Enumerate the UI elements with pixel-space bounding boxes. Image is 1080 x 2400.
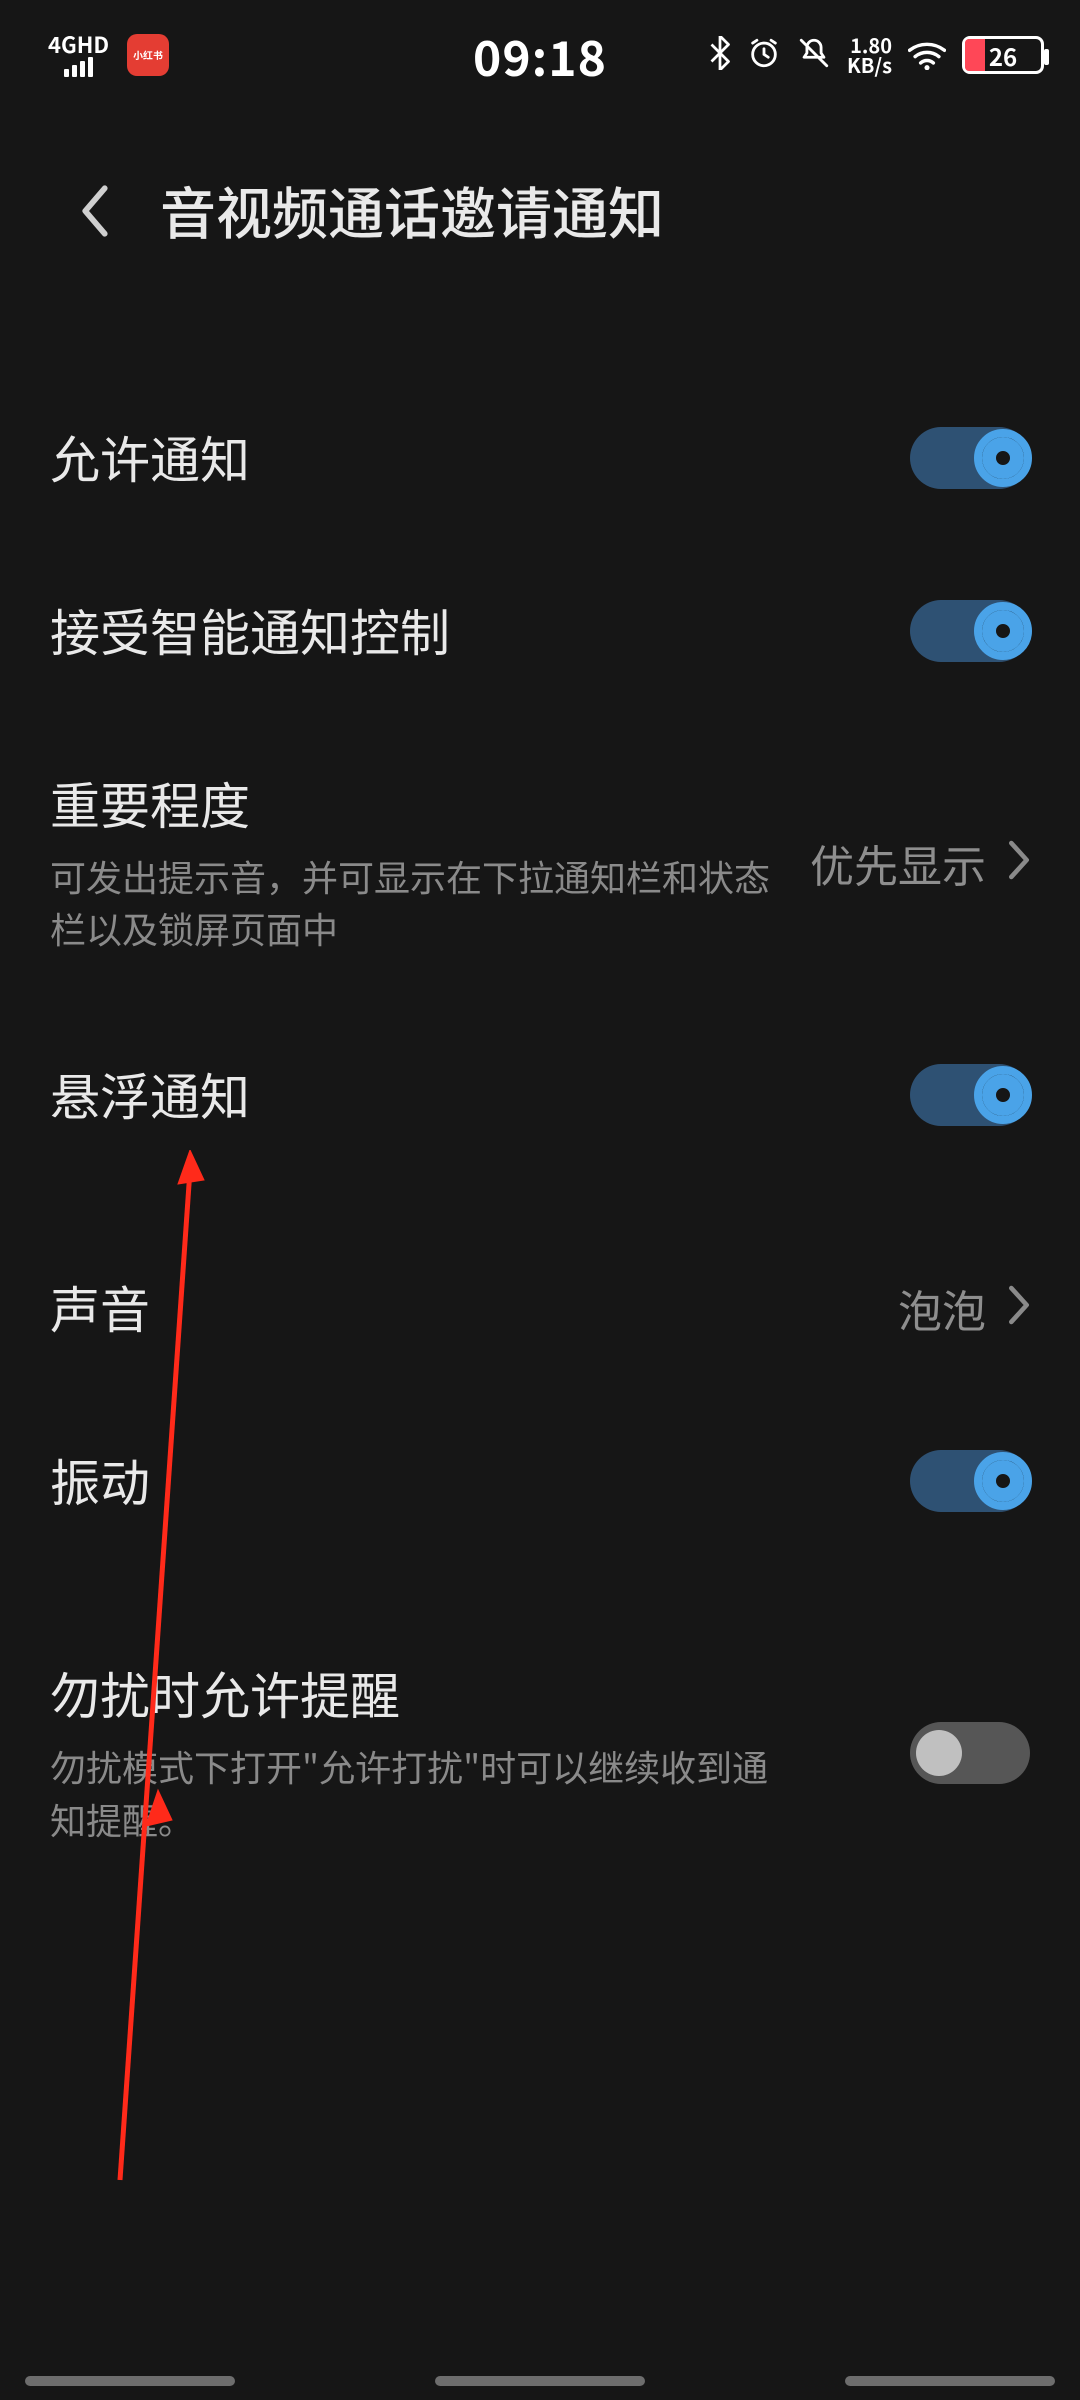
system-nav-bar xyxy=(0,2376,1080,2386)
bluetooth-icon xyxy=(709,31,731,80)
alarm-icon xyxy=(747,31,781,80)
row-title: 重要程度 xyxy=(50,771,780,836)
chevron-right-icon xyxy=(1008,1285,1030,1330)
row-title: 振动 xyxy=(50,1448,880,1513)
mute-icon xyxy=(797,31,831,80)
row-value: 泡泡 xyxy=(898,1276,986,1340)
status-bar-right: 1.80 KB/s 26 xyxy=(709,31,1044,80)
chevron-right-icon xyxy=(1008,840,1030,885)
status-bar: 4GHD 小红书 09:18 1.80 KB/s 26 xyxy=(0,0,1080,110)
toggle-smart-control[interactable] xyxy=(910,600,1030,662)
nav-recent[interactable] xyxy=(25,2376,235,2386)
nav-home[interactable] xyxy=(435,2376,645,2386)
wifi-icon xyxy=(908,31,946,80)
toggle-dnd-allow[interactable] xyxy=(910,1722,1030,1784)
row-importance[interactable]: 重要程度 可发出提示音，并可显示在下拉通知栏和状态栏以及锁屏页面中 优先显示 xyxy=(50,727,1030,998)
network-label: 4GHD xyxy=(48,33,109,55)
nav-back[interactable] xyxy=(845,2376,1055,2386)
row-smart-control[interactable]: 接受智能通知控制 xyxy=(50,554,1030,707)
data-rate: 1.80 KB/s xyxy=(847,35,892,75)
row-sound[interactable]: 声音 泡泡 xyxy=(50,1231,1030,1384)
signal-bars-icon xyxy=(64,57,93,77)
page-title: 音视频通话邀请通知 xyxy=(160,170,664,251)
toggle-allow-notifications[interactable] xyxy=(910,427,1030,489)
back-button[interactable] xyxy=(60,176,130,246)
network-indicator: 4GHD xyxy=(48,33,109,77)
status-bar-left: 4GHD 小红书 xyxy=(48,33,169,77)
row-floating-notification[interactable]: 悬浮通知 xyxy=(50,1018,1030,1171)
row-title: 允许通知 xyxy=(50,425,880,490)
toggle-floating-notification[interactable] xyxy=(910,1064,1030,1126)
row-allow-notifications[interactable]: 允许通知 xyxy=(50,381,1030,534)
row-title: 声音 xyxy=(50,1275,868,1340)
toggle-vibrate[interactable] xyxy=(910,1450,1030,1512)
page-header: 音视频通话邀请通知 xyxy=(0,110,1080,291)
row-value: 优先显示 xyxy=(810,831,986,895)
app-badge-label: 小红书 xyxy=(133,48,163,62)
row-title: 勿扰时允许提醒 xyxy=(50,1661,880,1726)
battery-indicator: 26 xyxy=(962,36,1044,74)
settings-list: 允许通知 接受智能通知控制 重要程度 可发出提示音，并可显示在下拉通知栏和状态栏… xyxy=(0,291,1080,1889)
row-description: 勿扰模式下打开"允许打扰"时可以继续收到通知提醒。 xyxy=(50,1740,770,1844)
row-dnd-allow[interactable]: 勿扰时允许提醒 勿扰模式下打开"允许打扰"时可以继续收到通知提醒。 xyxy=(50,1617,1030,1888)
row-title: 悬浮通知 xyxy=(50,1062,880,1127)
data-rate-unit: KB/s xyxy=(847,55,892,75)
row-vibrate[interactable]: 振动 xyxy=(50,1404,1030,1557)
battery-percent: 26 xyxy=(965,38,1041,73)
row-description: 可发出提示音，并可显示在下拉通知栏和状态栏以及锁屏页面中 xyxy=(50,850,770,954)
app-badge-icon: 小红书 xyxy=(127,34,169,76)
row-title: 接受智能通知控制 xyxy=(50,598,880,663)
chevron-left-icon xyxy=(78,185,112,237)
